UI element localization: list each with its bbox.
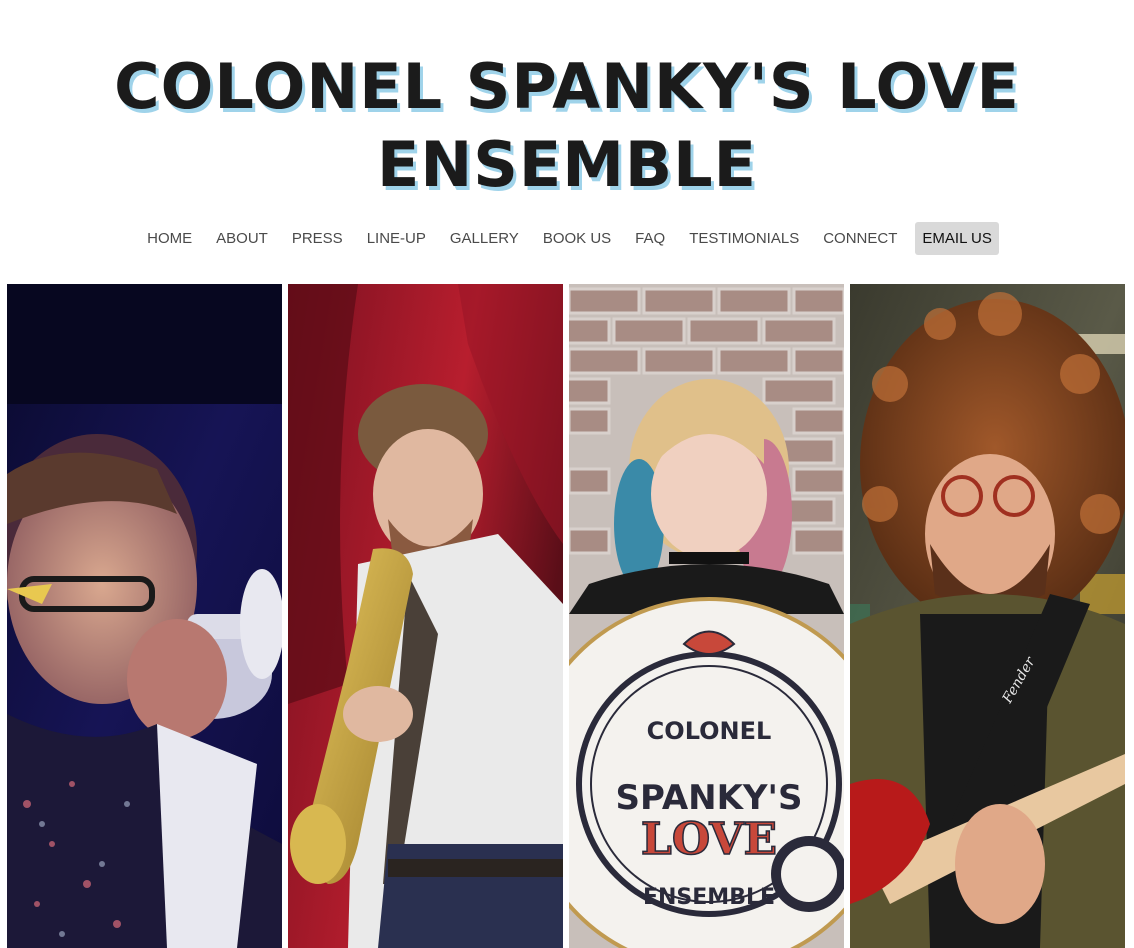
drum-logo-bottom-text: ENSEMBLE — [643, 885, 775, 910]
nav-item-line-up[interactable]: LINE-UP — [355, 222, 438, 255]
nav-item-press[interactable]: PRESS — [280, 222, 355, 255]
bass-player-photo[interactable]: Fender — [850, 284, 1125, 948]
main-nav: HOME ABOUT PRESS LINE-UP GALLERY BOOK US… — [0, 222, 1134, 255]
page: COLONEL SPANKY'S LOVE ENSEMBLE HOME ABOU… — [0, 0, 1134, 948]
nav-item-about[interactable]: ABOUT — [204, 222, 280, 255]
drum-logo-top-text: COLONEL — [647, 717, 772, 745]
drum-logo-love-text: LOVE — [641, 814, 777, 865]
nav-item-connect[interactable]: CONNECT — [811, 222, 909, 255]
nav-item-book-us[interactable]: BOOK US — [531, 222, 623, 255]
trumpet-player-photo[interactable] — [7, 284, 282, 948]
saxophone-player-image — [288, 284, 563, 948]
band-photo-gallery: COLONEL SPANKY'S LOVE ENSEMBLE Fender — [7, 284, 1127, 948]
drum-logo-middle-text: SPANKY'S — [616, 778, 803, 818]
email-us-button[interactable]: EMAIL US — [915, 222, 999, 255]
nav-item-home[interactable]: HOME — [135, 222, 204, 255]
nav-item-testimonials[interactable]: TESTIMONIALS — [677, 222, 811, 255]
site-title[interactable]: COLONEL SPANKY'S LOVE ENSEMBLE — [0, 48, 1134, 204]
site-title-line-1[interactable]: COLONEL SPANKY'S LOVE — [0, 48, 1134, 126]
drummer-photo[interactable]: COLONEL SPANKY'S LOVE ENSEMBLE — [569, 284, 844, 948]
bass-player-image: Fender — [850, 284, 1125, 948]
drummer-image: COLONEL SPANKY'S LOVE ENSEMBLE — [569, 284, 844, 948]
trumpet-player-image — [7, 284, 282, 948]
nav-item-faq[interactable]: FAQ — [623, 222, 677, 255]
saxophone-player-photo[interactable] — [288, 284, 563, 948]
site-title-line-2[interactable]: ENSEMBLE — [0, 126, 1134, 204]
nav-item-gallery[interactable]: GALLERY — [438, 222, 531, 255]
